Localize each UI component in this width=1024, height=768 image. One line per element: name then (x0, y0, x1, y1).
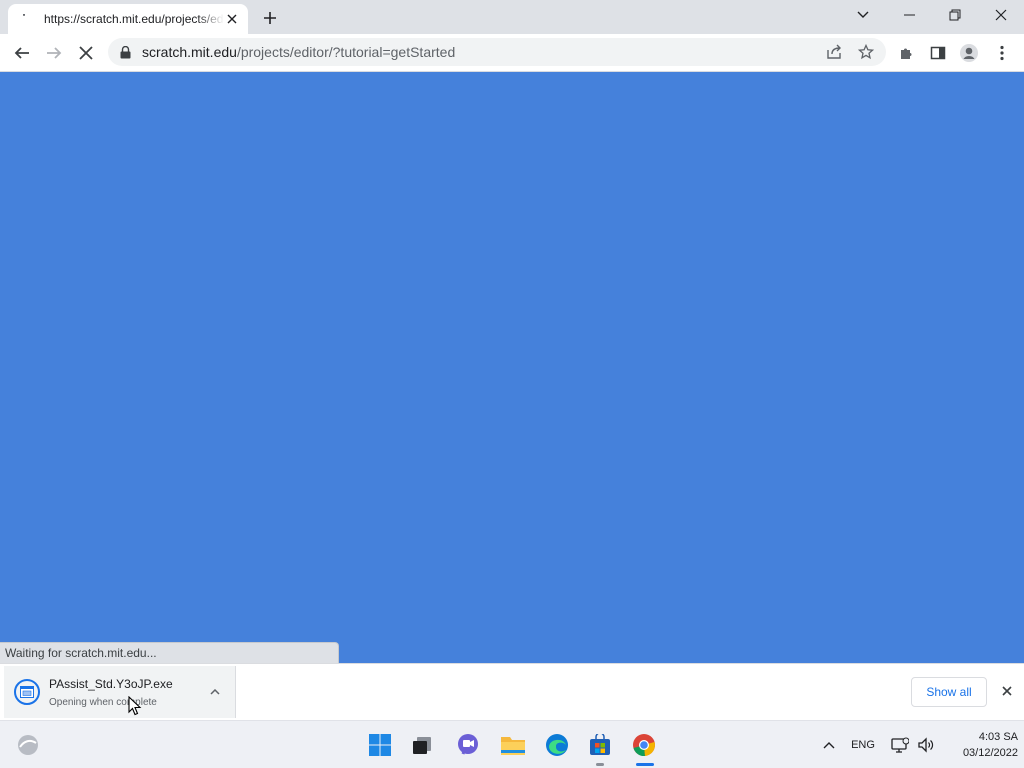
bookmark-star-icon[interactable] (852, 38, 880, 66)
forward-button[interactable] (40, 39, 68, 67)
clock-time: 4:03 SA (978, 731, 1018, 743)
store-icon[interactable] (584, 729, 616, 761)
stop-loading-button[interactable] (72, 39, 100, 67)
edge-browser-icon[interactable] (541, 729, 573, 761)
task-view-icon[interactable] (406, 729, 438, 761)
profile-avatar-icon[interactable] (955, 39, 983, 67)
tab-title: https://scratch.mit.edu/projects/editor/… (44, 12, 224, 26)
chevron-up-icon[interactable] (203, 680, 227, 704)
start-button-icon[interactable] (364, 729, 396, 761)
tab-strip: https://scratch.mit.edu/projects/editor/… (0, 0, 1024, 34)
file-explorer-icon[interactable] (497, 729, 529, 761)
tab-close-icon[interactable] (224, 11, 240, 27)
mouse-pointer-icon (128, 695, 142, 716)
address-bar[interactable]: scratch.mit.edu/projects/editor/?tutoria… (108, 38, 886, 66)
volume-icon[interactable] (914, 731, 938, 759)
download-filename: PAssist_Std.Y3oJP.exe (49, 676, 173, 691)
url-host: scratch.mit.edu (142, 44, 237, 60)
download-status: Opening when complete (49, 696, 157, 708)
loading-favicon-icon (16, 11, 32, 27)
close-window-button[interactable] (978, 0, 1024, 30)
chat-icon[interactable] (452, 729, 484, 761)
show-all-button[interactable]: Show all (911, 677, 987, 707)
browser-chrome: https://scratch.mit.edu/projects/editor/… (0, 0, 1024, 72)
extensions-icon[interactable] (892, 39, 920, 67)
download-progress-icon (14, 679, 40, 705)
chevron-up-tray-icon[interactable] (818, 731, 840, 759)
close-icon[interactable] (996, 680, 1018, 702)
menu-kebab-icon[interactable] (988, 39, 1016, 67)
toolbar: scratch.mit.edu/projects/editor/?tutoria… (0, 34, 1024, 72)
tab-active[interactable]: https://scratch.mit.edu/projects/editor/… (8, 4, 248, 34)
language-indicator[interactable]: ENG (846, 731, 880, 759)
clock[interactable]: 4:03 SA 03/12/2022 (944, 729, 1018, 761)
side-panel-icon[interactable] (924, 39, 952, 67)
widgets-icon[interactable] (12, 729, 44, 761)
taskbar: ENG 4:03 SA 03/12/2022 (0, 720, 1024, 768)
download-shelf: PAssist_Std.Y3oJP.exe Opening when compl… (0, 663, 1024, 720)
page-content-area[interactable] (0, 72, 1024, 663)
restore-button[interactable] (932, 0, 978, 30)
tab-search-icon[interactable] (840, 0, 886, 30)
lock-icon[interactable] (118, 45, 132, 59)
minimize-button[interactable] (886, 0, 932, 30)
store-running-indicator (596, 763, 604, 766)
download-item[interactable]: PAssist_Std.Y3oJP.exe Opening when compl… (4, 666, 236, 718)
network-icon[interactable] (888, 731, 912, 759)
chrome-icon[interactable] (628, 729, 660, 761)
new-tab-button[interactable] (258, 6, 282, 30)
url-path: /projects/editor/?tutorial=getStarted (236, 44, 456, 60)
share-icon[interactable] (820, 38, 848, 66)
back-button[interactable] (8, 39, 36, 67)
clock-date: 03/12/2022 (962, 747, 1018, 759)
chrome-active-indicator (636, 763, 654, 766)
status-bubble: Waiting for scratch.mit.edu... (0, 642, 339, 663)
